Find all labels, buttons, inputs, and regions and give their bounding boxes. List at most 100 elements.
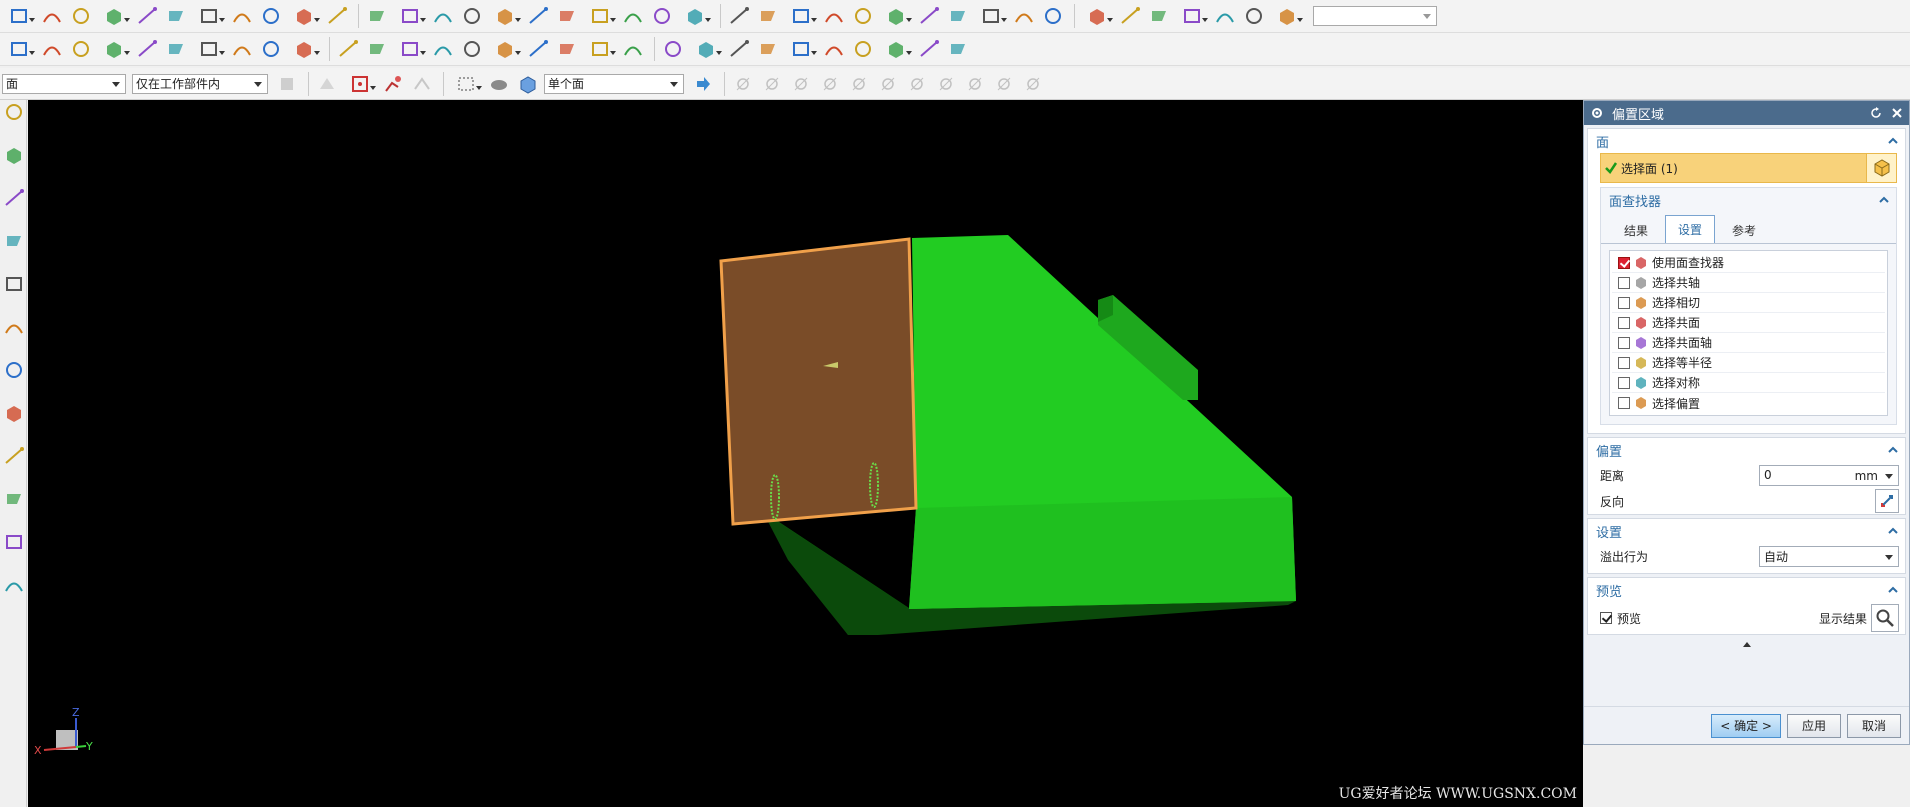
select-face-row[interactable]: 选择面 (1)	[1600, 153, 1897, 183]
face-finder-option[interactable]: 选择共面轴	[1612, 333, 1885, 353]
face-blend-icon[interactable]	[974, 3, 1008, 29]
assembly-navigator-icon[interactable]	[2, 143, 26, 167]
lasso-icon[interactable]	[409, 71, 435, 97]
law-extension-icon[interactable]	[784, 36, 818, 62]
bounding-icon[interactable]	[991, 71, 1017, 97]
move-handle-icon[interactable]	[380, 71, 406, 97]
face-finder-option[interactable]: 选择对称	[1612, 373, 1885, 393]
cancel-button[interactable]: 取消	[1847, 713, 1901, 738]
face-group-header[interactable]: 面	[1588, 129, 1905, 153]
through-curves-icon[interactable]	[879, 3, 913, 29]
point-on-curve-icon[interactable]	[933, 71, 959, 97]
assembly-move-icon[interactable]	[1117, 3, 1143, 29]
option-checkbox[interactable]	[1618, 336, 1630, 349]
offset-curve-icon[interactable]	[488, 3, 522, 29]
constraint-navigator-icon[interactable]	[2, 186, 26, 210]
bridge-icon[interactable]	[192, 36, 226, 62]
offset-group-header[interactable]: 偏置	[1588, 438, 1905, 462]
roles-icon[interactable]	[2, 487, 26, 511]
show-result-button[interactable]	[1871, 604, 1899, 632]
match-edge-icon[interactable]	[916, 36, 942, 62]
option-checkbox[interactable]	[1618, 356, 1630, 369]
model-side-face[interactable]	[909, 497, 1296, 609]
surface-icon[interactable]	[660, 36, 686, 62]
sweep-icon[interactable]	[916, 3, 942, 29]
trim-curve-icon[interactable]	[459, 36, 485, 62]
projection-icon[interactable]	[229, 36, 255, 62]
circle-icon[interactable]	[258, 3, 284, 29]
mirror-icon[interactable]	[583, 3, 617, 29]
select-all-icon[interactable]	[314, 71, 340, 97]
x-form-icon[interactable]	[850, 36, 876, 62]
sketch-icon[interactable]	[2, 3, 36, 29]
isoparametric-icon[interactable]	[287, 36, 321, 62]
global-shaping-icon[interactable]	[945, 36, 971, 62]
ok-button[interactable]: < 确定 >	[1711, 713, 1781, 738]
end-point-icon[interactable]	[730, 71, 756, 97]
blend-icon[interactable]	[583, 36, 617, 62]
arc-center-icon[interactable]	[846, 71, 872, 97]
offset-face-icon[interactable]	[1011, 3, 1037, 29]
tab-settings[interactable]: 设置	[1665, 215, 1716, 243]
option-checkbox[interactable]	[1618, 256, 1630, 269]
hole-icon[interactable]	[755, 3, 781, 29]
close-icon[interactable]	[1888, 104, 1906, 122]
face-rule-select[interactable]: 单个面	[544, 73, 684, 94]
ruled-icon[interactable]	[945, 3, 971, 29]
snap-grid-icon[interactable]	[1020, 71, 1046, 97]
reverse-direction-button[interactable]	[1875, 489, 1899, 513]
assembly-constrain-icon[interactable]	[1146, 3, 1172, 29]
i-form-icon[interactable]	[879, 36, 913, 62]
arc-icon[interactable]	[229, 3, 255, 29]
pattern-icon[interactable]	[554, 3, 580, 29]
fillet-icon[interactable]	[287, 3, 321, 29]
option-checkbox[interactable]	[1618, 376, 1630, 389]
face-finder-header[interactable]: 面查找器	[1601, 188, 1896, 212]
wireframe-view-icon[interactable]	[1241, 3, 1267, 29]
collapse-more-button[interactable]	[1584, 637, 1909, 651]
section-curve-icon[interactable]	[335, 36, 361, 62]
helix-icon[interactable]	[97, 36, 131, 62]
cross-icon[interactable]	[459, 3, 485, 29]
face-finder-option[interactable]: 选择共面	[1612, 313, 1885, 333]
point-icon[interactable]	[430, 3, 456, 29]
apply-button[interactable]: 应用	[1787, 713, 1841, 738]
grid-icon[interactable]	[97, 3, 131, 29]
manufacturing-wizard-icon[interactable]	[2, 444, 26, 468]
face-finder-option[interactable]: 选择共轴	[1612, 273, 1885, 293]
intersection-icon[interactable]	[258, 36, 284, 62]
rectangle-select-icon[interactable]	[449, 71, 483, 97]
distance-input[interactable]: 0 mm	[1759, 464, 1899, 486]
reuse-library-icon[interactable]	[2, 229, 26, 253]
assembly-explode-icon[interactable]	[1175, 3, 1209, 29]
snap-point-icon[interactable]	[343, 71, 377, 97]
studio-surface-icon[interactable]	[726, 36, 752, 62]
extrude-icon[interactable]	[678, 3, 712, 29]
divide-face-icon[interactable]	[554, 36, 580, 62]
quadrant-point-icon[interactable]	[875, 71, 901, 97]
edit-curve-icon[interactable]	[430, 36, 456, 62]
point-on-face-icon[interactable]	[962, 71, 988, 97]
arrow-right-icon[interactable]	[690, 71, 716, 97]
settings-group-header[interactable]: 设置	[1588, 519, 1905, 543]
tab-results[interactable]: 结果	[1611, 217, 1661, 243]
line-icon[interactable]	[2, 36, 36, 62]
wrap-icon[interactable]	[393, 36, 427, 62]
document-icon[interactable]	[2, 573, 26, 597]
face-finder-option[interactable]: 选择偏置	[1612, 393, 1885, 413]
view-selection-select[interactable]	[1313, 6, 1437, 26]
existing-point-icon[interactable]	[904, 71, 930, 97]
solid-view-icon[interactable]	[1212, 3, 1238, 29]
face-edit-icon[interactable]	[821, 36, 847, 62]
text-icon[interactable]	[134, 36, 160, 62]
cylinder-icon[interactable]	[850, 3, 876, 29]
chamfer-icon[interactable]	[324, 3, 350, 29]
preview-group-header[interactable]: 预览	[1588, 578, 1905, 602]
revolve-icon[interactable]	[726, 3, 752, 29]
offset-icon[interactable]	[163, 36, 189, 62]
option-checkbox[interactable]	[1618, 397, 1630, 409]
rectangle-icon[interactable]	[364, 3, 390, 29]
option-checkbox[interactable]	[1618, 316, 1630, 329]
option-checkbox[interactable]	[1618, 296, 1630, 309]
fillet-curve-icon[interactable]	[620, 36, 646, 62]
